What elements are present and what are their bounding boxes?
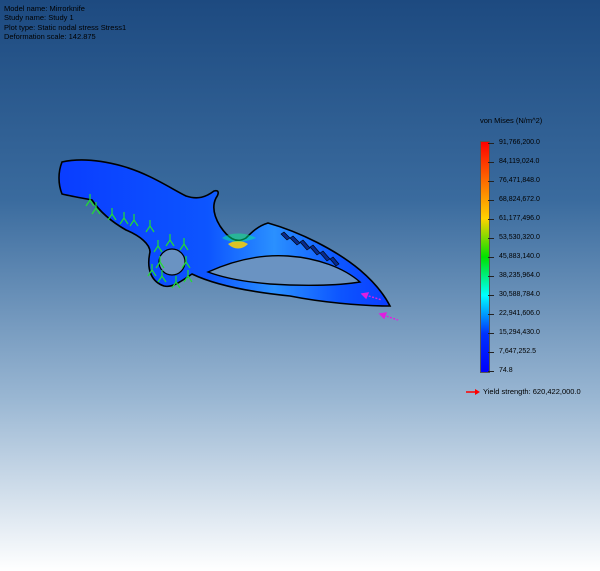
legend-tick-label: 91,766,200.0 [499,139,540,146]
legend-tick-label: 15,294,430.0 [499,329,540,336]
legend-title: von Mises (N/m^2) [480,116,543,125]
legend-tick-mark [488,181,494,182]
legend-tick-label: 38,235,964.0 [499,272,540,279]
legend-tick-label: 76,471,848.0 [499,177,540,184]
yield-arrow-icon [466,388,480,395]
legend-tick-label: 74.8 [499,367,513,374]
legend-tick-label: 45,883,140.0 [499,253,540,260]
legend-tick-mark [488,276,494,277]
legend-tick-mark [488,295,494,296]
legend-tick-mark [488,200,494,201]
legend-tick-mark [488,333,494,334]
yield-strength-legend: Yield strength: 620,422,000.0 [466,387,581,396]
legend-tick-label: 84,119,024.0 [499,158,540,165]
legend-tick-mark [488,371,494,372]
legend-tick-mark [488,238,494,239]
legend-tick-mark [488,219,494,220]
legend-tick-mark [488,162,494,163]
model-viewport[interactable] [0,0,600,571]
finger-ring [158,248,186,276]
legend-tick-label: 68,824,672.0 [499,196,540,203]
legend-tick-label: 7,647,252.5 [499,348,536,355]
legend-tick-mark [488,143,494,144]
knife-model[interactable] [58,159,392,307]
legend-tick-label: 61,177,496.0 [499,215,540,222]
legend-tick-mark [488,352,494,353]
legend-tick-mark [488,314,494,315]
yield-strength-label: Yield strength: 620,422,000.0 [483,387,581,396]
legend-tick-label: 53,530,320.0 [499,234,540,241]
legend-tick-label: 30,588,784.0 [499,291,540,298]
legend-tick-label: 22,941,606.0 [499,310,540,317]
legend-tick-mark [488,257,494,258]
